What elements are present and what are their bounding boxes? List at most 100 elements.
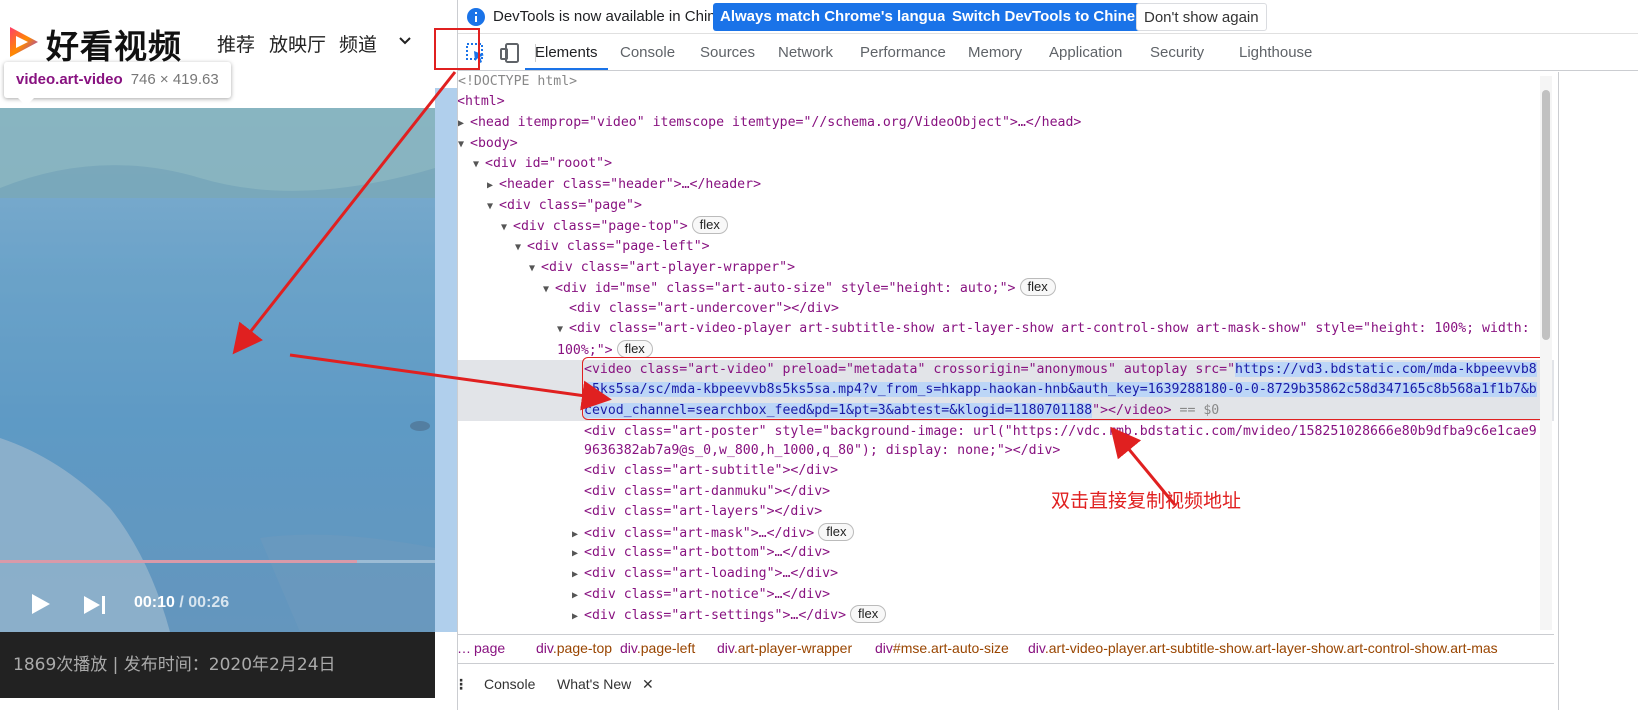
collapse-arrow-icon[interactable]: ▼ <box>543 280 555 300</box>
drawer-tab-whats-new[interactable]: What's New <box>557 676 631 692</box>
play-icon[interactable] <box>30 592 52 616</box>
device-toolbar-icon[interactable] <box>498 41 522 65</box>
expand-arrow-icon[interactable]: ▶ <box>572 525 584 545</box>
dom-wrapper: <div class="art-player-wrapper"> <box>541 260 796 275</box>
logo-icon[interactable] <box>6 24 40 60</box>
flex-badge[interactable]: flex <box>691 216 728 234</box>
info-icon <box>467 8 485 26</box>
dont-show-again-button[interactable]: Don't show again <box>1136 3 1267 31</box>
tab-performance[interactable]: Performance <box>860 35 946 70</box>
nav-cinema[interactable]: 放映厅 <box>269 30 326 57</box>
dom-rooot-row[interactable]: ▼ <div id="rooot"> <box>473 154 612 174</box>
collapse-arrow-icon[interactable]: ▼ <box>458 135 470 155</box>
dom-page-row[interactable]: ▼ <div class="page"> <box>487 196 642 216</box>
dom-tree[interactable]: <!DOCTYPE html> <html> ▶ <head itemprop="… <box>458 72 1554 632</box>
nav-recommend[interactable]: 推荐 <box>217 30 255 57</box>
logo-text[interactable]: 好看视频 <box>46 20 182 68</box>
dom-poster-row-2[interactable]: 9636382ab7a9@s_0,w_800,h_1000,q_80"); di… <box>584 441 1060 461</box>
dom-poster-row[interactable]: <div class="art-poster" style="backgroun… <box>584 422 1537 442</box>
dom-page-left-row[interactable]: ▼ <div class="page-left"> <box>515 237 710 257</box>
tab-lighthouse[interactable]: Lighthouse <box>1239 35 1312 70</box>
tab-sources[interactable]: Sources <box>700 35 755 70</box>
collapse-arrow-icon[interactable]: ▼ <box>557 320 569 340</box>
always-match-language-button[interactable]: Always match Chrome's language <box>713 3 970 31</box>
expand-arrow-icon[interactable]: ▶ <box>572 586 584 606</box>
language-infobar: DevTools is now available in Chinese! Al… <box>458 0 1638 34</box>
devtools-toolbar: Elements Console Sources Network Perform… <box>458 35 1638 71</box>
dom-rooot: <div id="rooot"> <box>485 156 613 171</box>
collapse-arrow-icon[interactable]: ▼ <box>473 155 485 175</box>
flex-badge[interactable]: flex <box>616 340 653 358</box>
current-time: 00:10 <box>134 594 175 611</box>
expand-arrow-icon[interactable]: ▶ <box>487 176 499 196</box>
dom-head: <head itemprop="video" itemscope itemtyp… <box>470 115 1082 130</box>
dom-undercover: <div class="art-undercover"></div> <box>569 301 839 316</box>
progress-bar[interactable] <box>0 560 435 563</box>
close-icon[interactable]: ✕ <box>642 676 654 693</box>
dom-mse-row[interactable]: ▼ <div id="mse" class="art-auto-size" sty… <box>543 278 1056 298</box>
dom-page: <div class="page"> <box>499 198 642 213</box>
styles-pane[interactable] <box>1558 72 1638 710</box>
collapse-arrow-icon[interactable]: ▼ <box>501 218 513 238</box>
flex-badge[interactable]: flex <box>1019 278 1056 296</box>
breadcrumb: … page div.page-top div.page-left div.ar… <box>458 634 1554 662</box>
breadcrumb-video-player[interactable]: div.art-video-player.art-subtitle-show.a… <box>1028 635 1498 662</box>
dom-layers-row[interactable]: <div class="art-layers"></div> <box>584 502 822 522</box>
dom-loading-row[interactable]: ▶ <div class="art-loading">…</div> <box>572 564 838 584</box>
collapse-arrow-icon[interactable]: ▼ <box>529 259 541 279</box>
tab-elements[interactable]: Elements <box>525 35 607 70</box>
drawer-tab-console[interactable]: Console <box>484 676 535 692</box>
flex-badge[interactable]: flex <box>818 523 855 541</box>
dom-video-player-cont: 100%;"> <box>557 343 613 358</box>
inspect-annotation-box <box>434 28 480 70</box>
scrollbar-thumb[interactable] <box>1542 90 1550 340</box>
src-annotation-outline <box>582 357 1552 420</box>
dom-video-player-row[interactable]: ▼ <div class="art-video-player art-subtit… <box>557 319 1530 339</box>
dom-doctype[interactable]: <!DOCTYPE html> <box>458 72 577 92</box>
breadcrumb-wrapper[interactable]: div.art-player-wrapper <box>717 635 852 662</box>
expand-arrow-icon[interactable]: ▶ <box>458 114 470 134</box>
drawer-menu-icon[interactable]: ⋮ <box>454 676 468 693</box>
expand-arrow-icon[interactable]: ▶ <box>572 544 584 564</box>
tab-console[interactable]: Console <box>620 35 675 70</box>
breadcrumb-page-left[interactable]: div.page-left <box>620 635 695 662</box>
dom-scrollbar[interactable] <box>1540 76 1552 630</box>
scrollbar-highlight <box>435 88 457 632</box>
breadcrumb-page[interactable]: page <box>474 635 505 662</box>
breadcrumb-ellipsis[interactable]: … <box>458 635 471 662</box>
flex-badge[interactable]: flex <box>850 605 887 623</box>
video-meta: 1869次播放 | 发布时间：2020年2月24日 <box>0 632 435 698</box>
dom-page-top-row[interactable]: ▼ <div class="page-top"> flex <box>501 216 728 236</box>
dom-bottom-row[interactable]: ▶ <div class="art-bottom">…</div> <box>572 543 830 563</box>
chevron-down-icon[interactable] <box>398 36 412 46</box>
dom-head-row[interactable]: ▶ <head itemprop="video" itemscope itemty… <box>458 113 1081 133</box>
breadcrumb-page-top[interactable]: div.page-top <box>536 635 612 662</box>
tab-application[interactable]: Application <box>1049 35 1122 70</box>
switch-to-chinese-button[interactable]: Switch DevTools to Chinese <box>945 3 1159 31</box>
dom-html[interactable]: <html> <box>458 92 505 112</box>
dom-settings-row[interactable]: ▶ <div class="art-settings">…</div> flex <box>572 605 887 627</box>
next-icon[interactable] <box>82 594 108 616</box>
nav-channel[interactable]: 频道 <box>339 30 377 57</box>
tab-security[interactable]: Security <box>1150 35 1204 70</box>
dom-wrapper-row[interactable]: ▼ <div class="art-player-wrapper"> <box>529 258 795 278</box>
dom-video-player: <div class="art-video-player art-subtitl… <box>569 321 1530 336</box>
dom-notice-row[interactable]: ▶ <div class="art-notice">…</div> <box>572 585 830 605</box>
infobar-message: DevTools is now available in Chinese! <box>493 8 744 25</box>
expand-arrow-icon[interactable]: ▶ <box>572 607 584 627</box>
collapse-arrow-icon[interactable]: ▼ <box>487 197 499 217</box>
tab-memory[interactable]: Memory <box>968 35 1022 70</box>
dom-body-row[interactable]: ▼ <body> <box>458 134 518 154</box>
dom-bottom: <div class="art-bottom">…</div> <box>584 545 831 560</box>
breadcrumb-mse[interactable]: div#mse.art-auto-size <box>875 635 1009 662</box>
video-player[interactable]: 00:10 / 00:26 <box>0 108 435 632</box>
dom-subtitle-row[interactable]: <div class="art-subtitle"></div> <box>584 461 838 481</box>
tab-network[interactable]: Network <box>778 35 833 70</box>
dom-mask-row[interactable]: ▶ <div class="art-mask">…</div> flex <box>572 523 855 545</box>
dom-undercover-row[interactable]: <div class="art-undercover"></div> <box>569 299 839 319</box>
dom-header-row[interactable]: ▶ <header class="header">…</header> <box>487 175 761 195</box>
dom-danmuku-row[interactable]: <div class="art-danmuku"></div> <box>584 482 830 502</box>
expand-arrow-icon[interactable]: ▶ <box>572 565 584 585</box>
collapse-arrow-icon[interactable]: ▼ <box>515 238 527 258</box>
progress-fill <box>0 560 357 563</box>
